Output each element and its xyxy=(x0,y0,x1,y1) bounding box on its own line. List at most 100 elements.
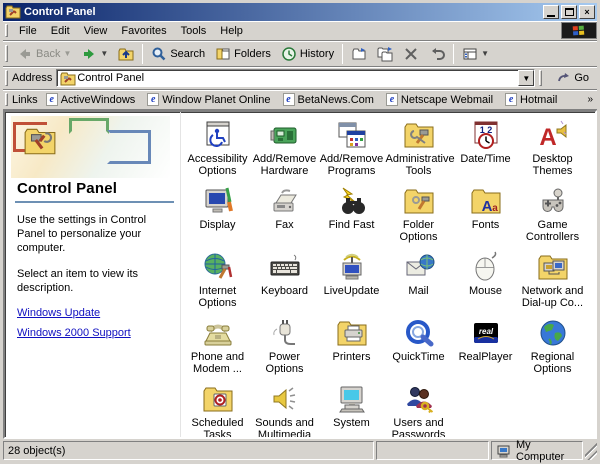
close-button[interactable]: × xyxy=(579,5,595,19)
cpl-item-label: Internet Options xyxy=(185,285,251,309)
toolbar-grip[interactable] xyxy=(5,70,8,85)
move-to-button[interactable] xyxy=(346,43,372,65)
toolbar-separator xyxy=(142,44,143,64)
menu-file[interactable]: File xyxy=(12,23,44,39)
link-hotmail[interactable]: e Hotmail xyxy=(501,92,565,107)
undo-icon xyxy=(429,46,445,62)
cpl-item-programs[interactable]: Add/Remove Programs xyxy=(318,119,385,185)
mail-icon xyxy=(403,251,435,283)
address-value: Control Panel xyxy=(77,72,144,84)
cpl-item-internet[interactable]: Internet Options xyxy=(184,251,251,317)
cpl-item-scheduled[interactable]: Scheduled Tasks xyxy=(184,383,251,439)
cpl-item-network[interactable]: Network and Dial-up Co... xyxy=(519,251,586,317)
cpl-item-fax[interactable]: Fax xyxy=(251,185,318,251)
cpl-item-power[interactable]: Power Options xyxy=(251,317,318,383)
ie-icon: e xyxy=(283,93,295,106)
cpl-item-fonts[interactable]: AaFonts xyxy=(452,185,519,251)
findfast-icon xyxy=(336,185,368,217)
toolbar-grip[interactable] xyxy=(5,93,8,106)
cpl-item-label: Mail xyxy=(408,285,428,297)
cpl-item-datetime[interactable]: 1 2Date/Time xyxy=(452,119,519,185)
windows-2000-support-link[interactable]: Windows 2000 Support xyxy=(17,327,170,339)
cpl-item-label: LiveUpdate xyxy=(324,285,380,297)
game-icon xyxy=(537,185,569,217)
cpl-item-keyboard[interactable]: Keyboard xyxy=(251,251,318,317)
cpl-item-label: Accessibility Options xyxy=(185,153,251,177)
copy-to-button[interactable] xyxy=(372,43,398,65)
link-window-planet-online[interactable]: e Window Planet Online xyxy=(143,92,278,107)
cpl-item-phone[interactable]: Phone and Modem ... xyxy=(184,317,251,383)
cpl-item-label: Folder Options xyxy=(386,219,452,243)
link-activewindows[interactable]: e ActiveWindows xyxy=(42,92,144,107)
cpl-item-mail[interactable]: Mail xyxy=(385,251,452,317)
back-dropdown-icon[interactable]: ▼ xyxy=(63,49,71,58)
menu-edit[interactable]: Edit xyxy=(44,23,77,39)
menu-view[interactable]: View xyxy=(77,23,115,39)
cpl-item-system[interactable]: System xyxy=(318,383,385,439)
themes-icon: A xyxy=(537,119,569,151)
history-button[interactable]: History xyxy=(276,43,339,65)
search-button[interactable]: Search xyxy=(146,43,210,65)
copy-to-icon xyxy=(377,46,393,62)
undo-button[interactable] xyxy=(424,43,450,65)
views-button[interactable]: ▼ xyxy=(457,43,494,65)
address-combo[interactable]: Control Panel ▼ xyxy=(56,69,535,87)
cpl-item-mouse[interactable]: Mouse xyxy=(452,251,519,317)
views-dropdown-icon[interactable]: ▼ xyxy=(481,49,489,58)
status-bar: 28 object(s) My Computer xyxy=(3,439,597,461)
maximize-button[interactable] xyxy=(561,5,577,19)
forward-dropdown-icon[interactable]: ▼ xyxy=(100,49,108,58)
cpl-item-label: Administrative Tools xyxy=(386,153,452,177)
cpl-item-realplayer[interactable]: realRealPlayer xyxy=(452,317,519,383)
toolbar-grip[interactable] xyxy=(5,24,8,37)
panel-description: Use the settings in Control Panel to per… xyxy=(17,213,170,255)
back-button[interactable]: Back ▼ xyxy=(12,43,76,65)
datetime-icon: 1 2 xyxy=(470,119,502,151)
forward-button[interactable]: ▼ xyxy=(76,43,113,65)
icon-grid: Accessibility OptionsAdd/Remove Hardware… xyxy=(181,112,595,437)
views-icon xyxy=(462,46,478,62)
title-bar[interactable]: Control Panel × xyxy=(3,3,597,21)
liveupdate-icon xyxy=(336,251,368,283)
cpl-item-sounds[interactable]: Sounds and Multimedia xyxy=(251,383,318,439)
menu-favorites[interactable]: Favorites xyxy=(114,23,173,39)
windows-update-link[interactable]: Windows Update xyxy=(17,307,170,319)
cpl-item-findfast[interactable]: Find Fast xyxy=(318,185,385,251)
toolbar-grip[interactable] xyxy=(539,70,542,85)
cpl-item-quicktime[interactable]: QuickTime xyxy=(385,317,452,383)
resize-grip[interactable] xyxy=(585,441,597,460)
go-button[interactable]: Go xyxy=(552,69,595,87)
status-object-count: 28 object(s) xyxy=(3,441,374,460)
cpl-item-admintools[interactable]: Administrative Tools xyxy=(385,119,452,185)
toolbar-grip[interactable] xyxy=(5,45,8,63)
cpl-item-users[interactable]: Users and Passwords xyxy=(385,383,452,439)
cpl-item-liveupdate[interactable]: LiveUpdate xyxy=(318,251,385,317)
cpl-item-game[interactable]: Game Controllers xyxy=(519,185,586,251)
cpl-item-label: Network and Dial-up Co... xyxy=(520,285,586,309)
cpl-item-themes[interactable]: ADesktop Themes xyxy=(519,119,586,185)
folderopts-icon xyxy=(403,185,435,217)
menu-tools[interactable]: Tools xyxy=(174,23,214,39)
folder-content: Control Panel Use the settings in Contro… xyxy=(3,110,597,439)
status-empty-pane xyxy=(376,441,489,460)
regional-icon xyxy=(537,317,569,349)
link-betanews[interactable]: e BetaNews.Com xyxy=(279,92,382,107)
up-button[interactable] xyxy=(113,43,139,65)
menu-help[interactable]: Help xyxy=(213,23,250,39)
cpl-item-regional[interactable]: Regional Options xyxy=(519,317,586,383)
cpl-item-folderopts[interactable]: Folder Options xyxy=(385,185,452,251)
address-dropdown-button[interactable]: ▼ xyxy=(518,70,534,86)
cpl-item-label: Keyboard xyxy=(261,285,308,297)
folders-button[interactable]: Folders xyxy=(210,43,276,65)
programs-icon xyxy=(336,119,368,151)
search-icon xyxy=(151,46,167,62)
delete-button[interactable] xyxy=(398,43,424,65)
link-netscape-webmail[interactable]: e Netscape Webmail xyxy=(382,92,501,107)
cpl-item-printers[interactable]: Printers xyxy=(318,317,385,383)
cpl-item-hardware[interactable]: Add/Remove Hardware xyxy=(251,119,318,185)
move-to-icon xyxy=(351,46,367,62)
minimize-button[interactable] xyxy=(543,5,559,19)
cpl-item-display[interactable]: Display xyxy=(184,185,251,251)
links-overflow-chevron[interactable]: » xyxy=(587,94,597,105)
cpl-item-accessibility[interactable]: Accessibility Options xyxy=(184,119,251,185)
